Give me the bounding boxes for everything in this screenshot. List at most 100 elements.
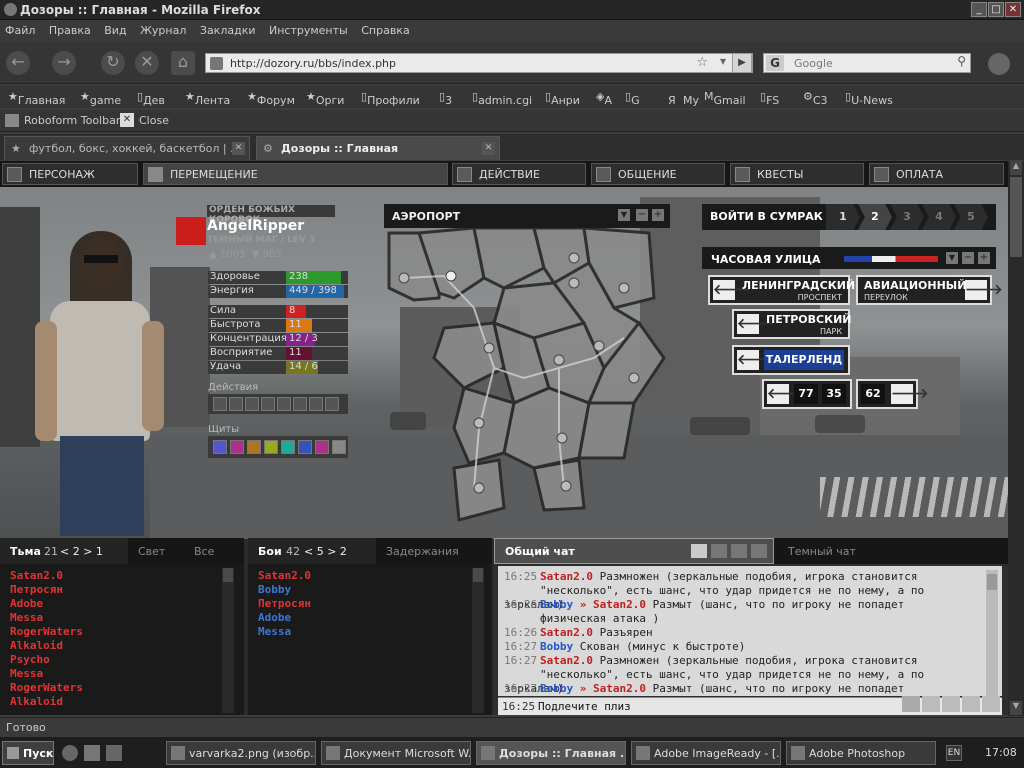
enter-twilight-button[interactable]: ВОЙТИ В СУМРАК — [710, 210, 823, 223]
zoom-out-icon[interactable]: − — [636, 209, 648, 221]
start-button[interactable]: Пуск — [2, 741, 54, 765]
collapse-icon[interactable]: − — [962, 252, 974, 264]
chat-scrollbar[interactable] — [986, 570, 998, 696]
right-arrow-icon[interactable]: 🡒 — [891, 384, 929, 404]
taskbar-item[interactable]: Adobe Photoshop — [786, 741, 936, 765]
twilight-level-3[interactable]: 3 — [890, 204, 924, 230]
menu-bookmarks[interactable]: Закладки — [195, 21, 261, 40]
battle-player-item[interactable]: Satan2.0 — [258, 569, 311, 582]
nav-character[interactable]: ПЕРСОНАЖ — [2, 163, 138, 185]
tab-arrests[interactable]: Задержания — [386, 545, 459, 558]
exit-aviatsionny[interactable]: АВИАЦИОННЫЙ ПЕРЕУЛОК 🡒 — [856, 275, 1003, 305]
bookmark-item[interactable]: ★ Орги — [306, 90, 344, 107]
player-item[interactable]: Alkaloid — [10, 695, 63, 708]
bookmark-item[interactable]: ★ Форум — [247, 90, 295, 107]
chat-button[interactable] — [962, 696, 980, 712]
shield-slot[interactable] — [264, 440, 278, 454]
close-window-button[interactable]: ✕ — [1005, 2, 1021, 17]
chat-recipient[interactable]: Satan2.0 — [593, 682, 646, 695]
address-bar[interactable]: http://dozory.ru/bbs/index.php ☆ ▾ — [205, 53, 753, 73]
roboform-label[interactable]: Roboform Toolbar — [24, 114, 120, 127]
house-number[interactable]: 62 — [861, 384, 885, 404]
chat-option-icon[interactable] — [751, 544, 767, 558]
quicklaunch-icon[interactable] — [84, 745, 100, 761]
back-arrow-icon[interactable]: ← — [6, 51, 30, 75]
menu-history[interactable]: Журнал — [135, 21, 191, 40]
zoom-in-icon[interactable]: + — [652, 209, 664, 221]
quicklaunch-icon[interactable] — [62, 745, 78, 761]
action-slot[interactable] — [309, 397, 323, 411]
twilight-level-4[interactable]: 4 — [922, 204, 956, 230]
close-tab-icon[interactable]: ✕ — [232, 142, 245, 155]
house-number[interactable]: 77 — [794, 384, 818, 404]
bookmark-item[interactable]: M Gmail — [704, 90, 746, 107]
players-pager[interactable]: < 2 > 1 — [60, 545, 103, 558]
taskbar-item-active[interactable]: Дозоры :: Главная ... — [476, 741, 626, 765]
player-item[interactable]: Петросян — [10, 583, 63, 596]
shield-slot[interactable] — [298, 440, 312, 454]
tab-general-chat[interactable]: Общий чат — [494, 538, 774, 564]
minimize-button[interactable]: _ — [971, 2, 987, 17]
close-tab-icon[interactable]: ✕ — [482, 142, 495, 155]
player-item[interactable]: Psycho — [10, 653, 50, 666]
chat-button[interactable] — [902, 696, 920, 712]
tab-sports[interactable]: ★ футбол, бокс, хоккей, баскетбол | ... … — [4, 136, 250, 160]
shield-slot[interactable] — [230, 440, 244, 454]
shield-slot[interactable] — [247, 440, 261, 454]
chat-sender[interactable]: Satan2.0 — [540, 626, 593, 639]
maximize-button[interactable]: □ — [988, 2, 1004, 17]
bookmark-item[interactable]: ▯ Профили — [361, 90, 420, 107]
tab-dark-chat[interactable]: Темный чат — [788, 545, 856, 558]
action-slot[interactable] — [213, 397, 227, 411]
shield-slot[interactable] — [332, 440, 346, 454]
menu-tools[interactable]: Инструменты — [264, 21, 353, 40]
tab-battles[interactable]: Бои 42 < 5 > 2 — [248, 538, 376, 564]
chat-sender[interactable]: Bobby — [540, 640, 573, 653]
quicklaunch-icon[interactable] — [106, 745, 122, 761]
page-scrollbar[interactable]: ▲ ▼ — [1008, 161, 1024, 716]
dropdown-icon[interactable]: ▼ — [946, 252, 958, 264]
twilight-level-5[interactable]: 5 — [954, 204, 988, 230]
exit-talerlend[interactable]: 🡐 ТАЛЕРЛЕНД — [732, 345, 850, 375]
battle-player-item[interactable]: Петросян — [258, 597, 311, 610]
chat-button[interactable] — [982, 696, 1000, 712]
shield-slot[interactable] — [281, 440, 295, 454]
nav-payment[interactable]: ОПЛАТА — [869, 163, 1004, 185]
bookmark-item[interactable]: ▯ FS — [760, 90, 779, 107]
bookmark-item[interactable]: ◈ A — [596, 90, 612, 107]
left-arrow-icon[interactable]: 🡐 — [767, 384, 805, 404]
forward-arrow-icon[interactable]: → — [52, 51, 76, 75]
close-icon[interactable]: ✕ — [120, 113, 134, 127]
bookmark-item[interactable]: ★ Лента — [185, 90, 230, 107]
search-input[interactable]: G Google ⚲ — [763, 53, 971, 73]
bookmark-item[interactable]: ▯ G — [625, 90, 640, 107]
player-item[interactable]: RogerWaters — [10, 625, 83, 638]
chat-sender[interactable]: Bobby — [540, 598, 573, 611]
bookmark-item[interactable]: ▯ Анри — [545, 90, 580, 107]
scroll-up-icon[interactable]: ▲ — [1010, 161, 1022, 175]
action-slot[interactable] — [261, 397, 275, 411]
menu-file[interactable]: Файл — [0, 21, 40, 40]
tab-all[interactable]: Все — [194, 545, 214, 558]
search-icon[interactable]: ⚲ — [957, 54, 966, 68]
nav-action[interactable]: ДЕЙСТВИЕ — [452, 163, 586, 185]
profile-icon[interactable] — [988, 53, 1010, 75]
taskbar-item[interactable]: Документ Microsoft W... — [321, 741, 471, 765]
action-slot[interactable] — [229, 397, 243, 411]
shield-slot[interactable] — [213, 440, 227, 454]
language-indicator[interactable]: EN — [946, 745, 962, 761]
taskbar-item[interactable]: Adobe ImageReady - [... — [631, 741, 781, 765]
tab-dark[interactable]: Тьма 21 < 2 > 1 — [0, 538, 128, 564]
chat-sender[interactable]: Satan2.0 — [540, 654, 593, 667]
chat-button[interactable] — [922, 696, 940, 712]
chat-recipient[interactable]: Satan2.0 — [593, 598, 646, 611]
chat-option-icon[interactable] — [691, 544, 707, 558]
taskbar-item[interactable]: varvarka2.png (изобр... — [166, 741, 316, 765]
twilight-level-1[interactable]: 1 — [826, 204, 860, 230]
bookmark-star-icon[interactable]: ☆ — [696, 55, 708, 70]
search-engine-icon[interactable]: G — [766, 55, 784, 71]
chat-sender[interactable]: Bobby — [540, 682, 573, 695]
scroll-thumb[interactable] — [1010, 177, 1022, 257]
player-item[interactable]: Messa — [10, 667, 43, 680]
battles-pager[interactable]: < 5 > 2 — [304, 545, 347, 558]
